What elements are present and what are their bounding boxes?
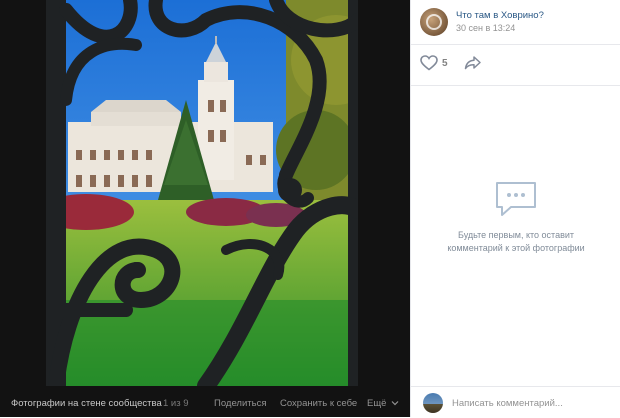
- empty-comments-line-1: Будьте первым, кто оставит: [457, 230, 575, 240]
- author-name-link[interactable]: Что там в Ховрино?: [456, 10, 544, 21]
- photo-sidebar: Что там в Ховрино? 30 сен в 13:24 5 Будь…: [410, 0, 620, 417]
- chevron-down-icon: [391, 401, 399, 406]
- more-label: Ещё: [367, 397, 387, 409]
- heart-outline-icon: [420, 55, 438, 71]
- share-button[interactable]: [464, 55, 482, 76]
- save-to-self-link[interactable]: Сохранить к себе: [280, 398, 357, 409]
- post-actions: 5: [411, 44, 620, 86]
- photo-viewer: Фотографии на стене сообщества 1 из 9 По…: [0, 0, 410, 417]
- photo-counter: 1 из 9: [163, 397, 189, 409]
- empty-comments-line-2: комментарий к этой фотографии: [447, 243, 585, 253]
- speech-bubble-icon: [496, 182, 536, 216]
- avatar[interactable]: [420, 8, 448, 36]
- like-count: 5: [442, 57, 448, 69]
- album-link[interactable]: Фотографии на стене сообщества: [11, 398, 162, 409]
- comment-composer: [411, 386, 620, 418]
- empty-comments: Будьте первым, кто оставит комментарий к…: [411, 180, 620, 255]
- photo[interactable]: [46, 0, 358, 386]
- comment-input[interactable]: [452, 394, 612, 412]
- post-date[interactable]: 30 сен в 13:24: [456, 23, 515, 33]
- viewer-bottom-bar: Фотографии на стене сообщества 1 из 9 По…: [0, 389, 410, 417]
- more-menu[interactable]: Ещё: [367, 398, 399, 409]
- user-avatar: [423, 393, 443, 413]
- post-author: Что там в Ховрино? 30 сен в 13:24: [420, 8, 615, 36]
- share-link[interactable]: Поделиться: [214, 398, 266, 409]
- like-button[interactable]: 5: [420, 55, 448, 71]
- share-arrow-icon: [464, 56, 481, 70]
